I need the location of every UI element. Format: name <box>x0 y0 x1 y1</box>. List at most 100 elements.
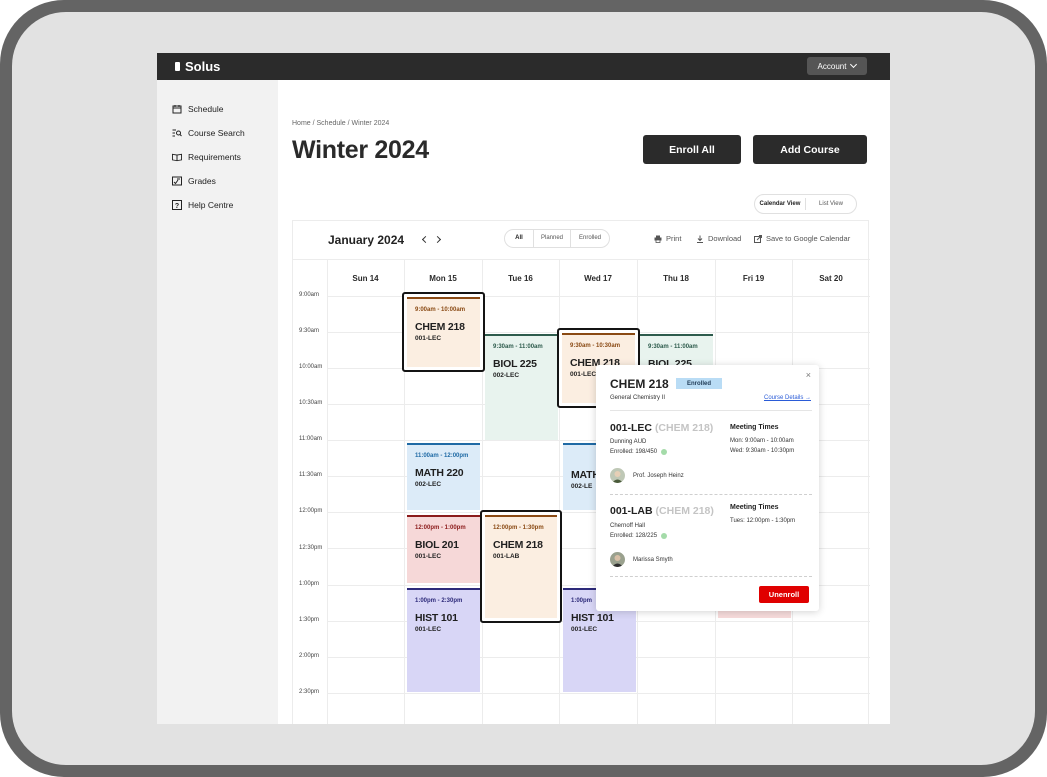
event-section: 001-LEC <box>415 626 442 633</box>
course-event-math-220[interactable]: 11:00am - 12:00pm MATH 220 002-LEC <box>407 443 480 510</box>
enroll-all-button[interactable]: Enroll All <box>643 135 741 164</box>
event-course-code: BIOL 201 <box>415 539 459 551</box>
course-event-chem-218-lab[interactable]: 12:00pm - 1:30pm CHEM 218 001-LAB <box>480 510 562 623</box>
event-course-code: BIOL 225 <box>493 358 537 370</box>
google-calendar-label: Save to Google Calendar <box>766 234 851 243</box>
breadcrumb[interactable]: Home / Schedule / Winter 2024 <box>292 120 389 127</box>
next-month-icon[interactable] <box>433 235 442 244</box>
event-time: 9:00am - 10:00am <box>415 307 466 313</box>
filter-all[interactable]: All <box>505 229 533 248</box>
section-title-lab: 001-LAB (CHEM 218) <box>610 505 714 517</box>
course-event-chem-218-lec-mon[interactable]: 9:00am - 10:00am CHEM 218 001-LEC <box>402 292 485 372</box>
help-icon: ? <box>172 200 182 210</box>
event-color-bar <box>562 333 635 335</box>
section-course-ref: (CHEM 218) <box>654 422 714 434</box>
course-details-link[interactable]: Course Details → <box>764 395 811 401</box>
status-badge: Enrolled <box>676 378 722 389</box>
logo-icon <box>175 62 180 71</box>
calendar-view-tab[interactable]: Calendar View <box>755 198 806 210</box>
page-title: Winter 2024 <box>292 136 429 164</box>
meeting-time: Wed: 9:30am - 10:30pm <box>730 448 795 454</box>
sidebar-item-course-search[interactable]: Course Search <box>172 126 245 140</box>
course-event-hist-101[interactable]: 1:00pm - 2:30pm HIST 101 001-LEC <box>407 588 480 692</box>
time-label: 11:30am <box>299 472 322 478</box>
section-title-lec: 001-LEC (CHEM 218) <box>610 422 713 434</box>
enrollment-count: Enrolled: 198/450 <box>610 449 658 455</box>
event-time: 1:00pm <box>571 598 593 604</box>
divider <box>610 494 812 495</box>
sidebar-item-help-centre[interactable]: ? Help Centre <box>172 198 233 212</box>
event-time: 9:30am - 10:30am <box>570 343 621 349</box>
close-icon[interactable]: × <box>806 370 811 380</box>
prev-month-icon[interactable] <box>421 235 430 244</box>
save-to-google-calendar-button[interactable]: Save to Google Calendar <box>754 234 850 243</box>
calendar-icon <box>172 104 182 114</box>
event-course-code: CHEM 218 <box>493 539 543 551</box>
section-code: 001-LEC <box>610 422 653 434</box>
sidebar-item-label: Grades <box>188 176 216 186</box>
app-name: Solus <box>185 59 221 74</box>
event-time: 11:00am - 12:00pm <box>415 453 469 459</box>
download-button[interactable]: Download <box>696 234 741 243</box>
sidebar-item-grades[interactable]: Grades <box>172 174 216 188</box>
account-button[interactable]: Account <box>807 57 867 75</box>
printer-icon <box>654 235 662 243</box>
day-header: Thu 18 <box>663 273 689 283</box>
section-course-ref: (CHEM 218) <box>655 505 714 517</box>
status-dot-icon <box>661 533 668 539</box>
print-label: Print <box>666 234 682 243</box>
enrollment-count: Enrolled: 128/225 <box>610 533 658 539</box>
event-color-bar <box>407 297 480 299</box>
event-color-bar <box>485 334 558 336</box>
event-section: 001-LAB <box>493 553 520 560</box>
event-course-code: HIST 101 <box>415 612 458 624</box>
event-time: 1:00pm - 2:30pm <box>415 598 463 604</box>
instructor-name: Marissa Smyth <box>633 557 673 563</box>
day-header: Sun 14 <box>352 273 379 283</box>
divider <box>610 410 812 411</box>
course-event-biol-201[interactable]: 12:00pm - 1:00pm BIOL 201 001-LEC <box>407 515 480 583</box>
divider <box>610 576 812 577</box>
event-time: 9:30am - 11:00am <box>493 344 543 350</box>
book-icon <box>172 152 182 162</box>
logo[interactable]: Solus <box>175 59 220 74</box>
section-enrollment: Enrolled: 128/225 <box>610 533 668 539</box>
instructor-name: Prof. Joseph Heinz <box>633 473 684 479</box>
time-label: 10:30am <box>299 400 323 406</box>
sidebar-item-label: Course Search <box>188 128 245 138</box>
event-course-code: CHEM 218 <box>415 321 465 333</box>
time-label: 1:00pm <box>299 581 320 587</box>
print-button[interactable]: Print <box>654 234 681 243</box>
time-label: 12:00pm <box>299 508 323 514</box>
sidebar-item-schedule[interactable]: Schedule <box>172 102 223 116</box>
section-enrollment: Enrolled: 198/450 <box>610 449 668 455</box>
event-section: 002-LE <box>571 483 593 490</box>
day-header: Mon 15 <box>429 273 457 283</box>
top-bar: Solus Account <box>157 53 890 80</box>
popup-course-code: CHEM 218 <box>610 377 669 391</box>
list-view-tab[interactable]: List View <box>806 201 856 207</box>
chevron-down-icon <box>850 60 858 69</box>
filter-planned[interactable]: Planned <box>533 229 571 248</box>
section-location: Chernoff Hall <box>610 523 645 529</box>
grid-line <box>327 693 870 694</box>
sidebar-item-requirements[interactable]: Requirements <box>172 150 241 164</box>
event-course-code: HIST 101 <box>571 612 614 624</box>
filter-enrolled[interactable]: Enrolled <box>571 229 609 248</box>
avatar <box>610 552 625 567</box>
course-details-popup: CHEM 218 Enrolled × General Chemistry II… <box>596 365 819 611</box>
section-code: 001-LAB <box>610 505 653 517</box>
event-fill: 9:00am - 10:00am CHEM 218 001-LEC <box>407 297 480 367</box>
month-label: January 2024 <box>328 233 405 247</box>
sidebar-item-label: Help Centre <box>188 200 234 210</box>
external-link-icon <box>754 234 762 243</box>
event-color-bar <box>407 443 480 445</box>
add-course-button[interactable]: Add Course <box>753 135 867 164</box>
avatar <box>610 468 625 483</box>
download-icon <box>697 235 703 243</box>
unenroll-button[interactable]: Unenroll <box>759 586 809 603</box>
account-label: Account <box>817 61 847 71</box>
event-section: 001-LEC <box>415 335 442 342</box>
course-event-biol-225[interactable]: 9:30am - 11:00am BIOL 225 002-LEC <box>485 334 558 440</box>
event-section: 001-LEC <box>571 626 598 633</box>
